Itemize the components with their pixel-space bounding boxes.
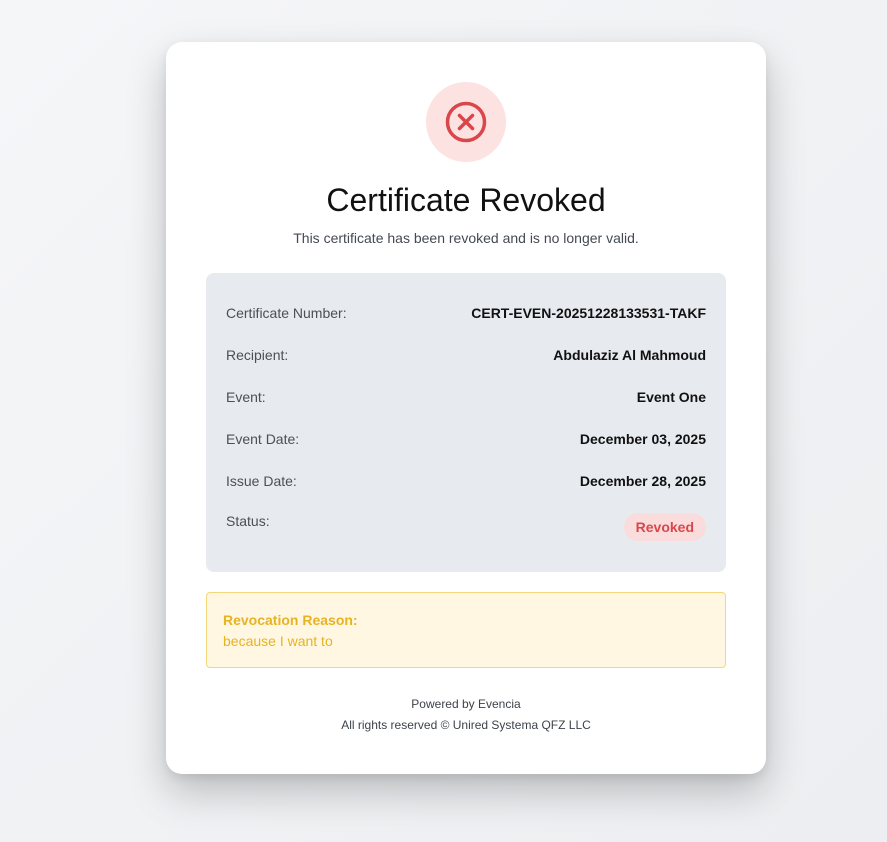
status-label: Status:: [226, 513, 270, 529]
revoked-icon-circle: [426, 82, 506, 162]
powered-by-text: Powered by Evencia: [411, 697, 521, 711]
detail-row-recipient: Recipient: Abdulaziz Al Mahmoud: [226, 345, 706, 365]
revocation-reason-box: Revocation Reason: because I want to: [206, 592, 726, 668]
issue-date-label: Issue Date:: [226, 473, 297, 489]
certificate-card: Certificate Revoked This certificate has…: [166, 42, 766, 774]
revocation-reason-title: Revocation Reason:: [223, 612, 358, 628]
event-date-value: December 03, 2025: [579, 431, 706, 447]
x-circle-icon: [445, 101, 487, 143]
page-title: Certificate Revoked: [326, 182, 606, 218]
detail-row-event: Event: Event One: [226, 387, 706, 407]
recipient-label: Recipient:: [226, 347, 289, 363]
certificate-details-panel: Certificate Number: CERT-EVEN-2025122813…: [206, 273, 726, 572]
certificate-number-value: CERT-EVEN-20251228133531-TAKF: [471, 305, 706, 321]
detail-row-certificate-number: Certificate Number: CERT-EVEN-2025122813…: [226, 303, 706, 323]
footer: Powered by Evencia All rights reserved ©…: [166, 694, 766, 736]
event-date-label: Event Date:: [226, 431, 300, 447]
status-badge: Revoked: [623, 513, 706, 541]
copyright-text: All rights reserved © Unired Systema QFZ…: [341, 718, 591, 732]
event-value: Event One: [636, 389, 706, 405]
issue-date-value: December 28, 2025: [579, 473, 706, 489]
recipient-value: Abdulaziz Al Mahmoud: [553, 347, 706, 363]
detail-row-event-date: Event Date: December 03, 2025: [226, 429, 706, 449]
revocation-reason-text: because I want to: [223, 633, 333, 649]
page-subtitle: This certificate has been revoked and is…: [293, 230, 639, 246]
detail-row-status: Status: Revoked: [226, 513, 706, 543]
detail-row-issue-date: Issue Date: December 28, 2025: [226, 471, 706, 491]
certificate-number-label: Certificate Number:: [226, 305, 347, 321]
event-label: Event:: [226, 389, 266, 405]
